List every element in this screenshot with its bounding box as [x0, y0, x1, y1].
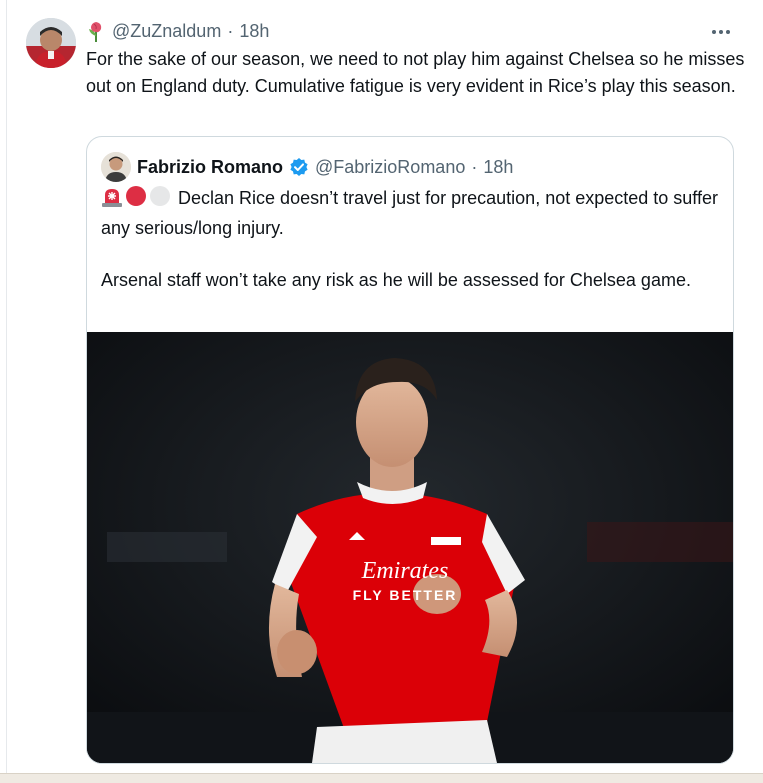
post-header: @ZuZnaldum · 18h — [86, 19, 269, 43]
quoted-paragraph-2: Arsenal staff won’t take any risk as he … — [101, 270, 691, 290]
shirt-sponsor-line-2: FLY BETTER — [353, 587, 458, 603]
quoted-author-handle[interactable]: @FabrizioRomano — [315, 157, 465, 178]
quoted-post-card[interactable]: Fabrizio Romano @FabrizioRomano · 18h De… — [86, 136, 734, 764]
verified-badge-icon — [289, 157, 309, 177]
quoted-post-photo[interactable]: Emirates FLY BETTER — [87, 332, 733, 763]
quoted-post-text: Declan Rice doesn’t travel just for prec… — [101, 185, 721, 294]
quoted-post-timestamp[interactable]: 18h — [483, 157, 513, 178]
more-options-icon[interactable] — [706, 20, 736, 44]
quoted-paragraph-1-text: Declan Rice doesn’t travel just for prec… — [101, 188, 718, 238]
quoted-author-avatar[interactable] — [101, 152, 131, 182]
author-handle[interactable]: @ZuZnaldum — [112, 21, 221, 42]
rose-icon — [86, 20, 106, 42]
post-timestamp[interactable]: 18h — [239, 21, 269, 42]
quoted-paragraph-1: Declan Rice doesn’t travel just for prec… — [101, 185, 721, 241]
author-avatar[interactable] — [26, 18, 76, 68]
shirt-sponsor-line-1: Emirates — [361, 558, 449, 584]
siren-icon — [101, 187, 123, 215]
header-separator: · — [227, 20, 234, 41]
timeline-left-border — [6, 0, 7, 773]
quoted-post-header: Fabrizio Romano @FabrizioRomano · 18h — [101, 152, 513, 182]
red-circle-icon — [125, 185, 147, 215]
white-circle-icon — [149, 185, 171, 215]
post-text: For the sake of our season, we need to n… — [86, 49, 745, 96]
quoted-author-name[interactable]: Fabrizio Romano — [137, 157, 283, 178]
quoted-header-separator: · — [471, 156, 478, 177]
